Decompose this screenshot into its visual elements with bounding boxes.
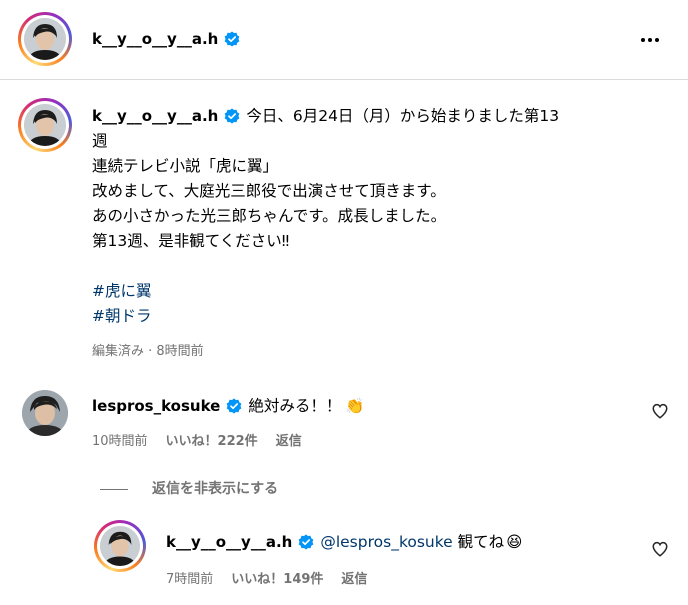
reply-button[interactable]: 返信: [341, 572, 367, 587]
more-options-icon: [641, 38, 645, 42]
post-caption: k__y__o__y__a.h 今日、6月24日（月）から始まりました第13 週 …: [92, 104, 652, 329]
hide-replies-button[interactable]: 返信を非表示にする: [100, 478, 278, 498]
commenter-username[interactable]: lespros_kosuke: [92, 397, 220, 415]
post-meta: 編集済み · 8時間前: [92, 344, 204, 359]
like-heart-icon[interactable]: [651, 540, 669, 558]
replies-divider: [100, 488, 128, 490]
more-options-button[interactable]: [638, 30, 662, 50]
post-author-avatar[interactable]: [18, 98, 72, 152]
reply-body: k__y__o__y__a.h @lespros_kosuke 観てね 😆: [166, 530, 522, 552]
caption-line: k__y__o__y__a.h 今日、6月24日（月）から始まりました第13: [92, 107, 560, 125]
comment-body: lespros_kosuke 絶対みる！！ 👏: [92, 394, 365, 416]
profile-photo: [24, 104, 66, 146]
caption-line: 連続テレビ小説「虎に翼」: [92, 157, 279, 175]
comment-likes[interactable]: いいね！222件: [166, 434, 258, 449]
comment-text: 絶対みる！！: [248, 397, 342, 415]
post-header: k__y__o__y__a.h: [0, 0, 688, 80]
clapping-hands-emoji: 👏: [345, 397, 365, 415]
commenter-avatar[interactable]: [22, 390, 68, 436]
header-username[interactable]: k__y__o__y__a.h: [92, 30, 240, 48]
grinning-squint-emoji: 😆: [506, 533, 523, 551]
reply-text: 観てね: [457, 533, 505, 551]
caption-line: 改めまして、大庭光三郎役で出演させて頂きます。: [92, 182, 446, 200]
verified-badge-icon: [299, 534, 314, 550]
caption-line: あの小さかった光三郎ちゃんです。成長しました。: [92, 207, 447, 225]
hashtag-link[interactable]: #虎に翼: [92, 279, 652, 304]
caption-line: 週: [92, 132, 108, 150]
reply-username[interactable]: k__y__o__y__a.h: [166, 533, 292, 551]
caption-username[interactable]: k__y__o__y__a.h: [92, 107, 218, 125]
reply-meta: 7時間前 いいね！149件 返信: [166, 568, 367, 587]
caption-line: 第13週、是非観てください‼︎: [92, 232, 290, 250]
verified-badge-icon: [225, 108, 240, 124]
reply-button[interactable]: 返信: [276, 434, 302, 449]
comment-meta: 10時間前 いいね！222件 返信: [92, 430, 302, 449]
header-avatar[interactable]: [18, 12, 72, 66]
mention-link[interactable]: @lespros_kosuke: [320, 533, 452, 551]
reply-likes[interactable]: いいね！149件: [231, 572, 323, 587]
reply-author-avatar[interactable]: [94, 520, 146, 572]
reply-time: 7時間前: [166, 572, 214, 587]
comment-time: 10時間前: [92, 434, 148, 449]
hashtag-link[interactable]: #朝ドラ: [92, 304, 652, 329]
verified-badge-icon: [225, 31, 240, 47]
profile-photo: [100, 526, 140, 566]
verified-badge-icon: [227, 398, 242, 414]
like-heart-icon[interactable]: [651, 402, 669, 420]
profile-photo: [24, 18, 66, 60]
